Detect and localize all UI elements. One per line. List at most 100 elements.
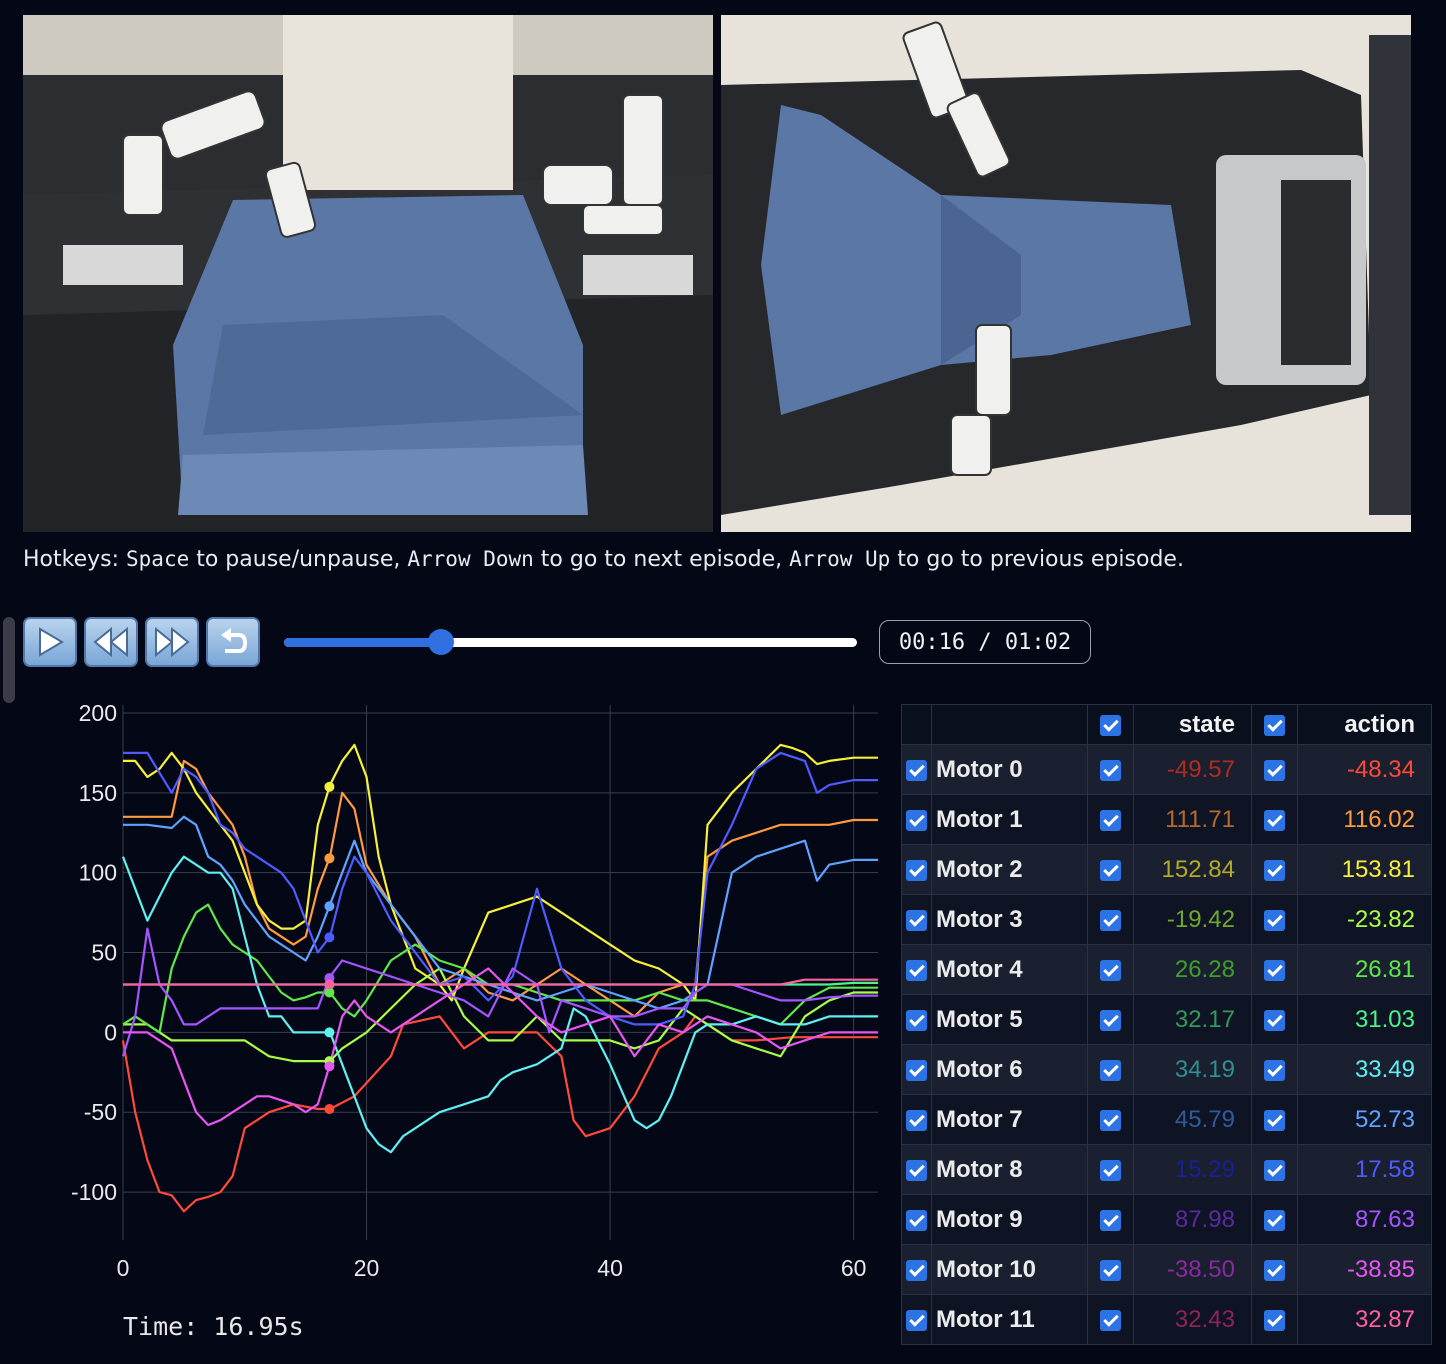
state-checkbox[interactable] — [1099, 909, 1121, 931]
state-column-toggle[interactable] — [1086, 704, 1134, 745]
play-button[interactable] — [23, 617, 77, 667]
action-checkbox[interactable] — [1263, 1209, 1285, 1231]
row-toggle[interactable] — [901, 1244, 932, 1295]
state-checkbox[interactable] — [1099, 1059, 1121, 1081]
scrollbar-thumb[interactable] — [3, 617, 15, 703]
row-toggle[interactable] — [901, 944, 932, 995]
row-checkbox[interactable] — [905, 1109, 927, 1131]
table-row: Motor 10 -38.50 -38.85 — [901, 1244, 1433, 1295]
state-checkbox[interactable] — [1099, 1259, 1121, 1281]
row-toggle[interactable] — [901, 994, 932, 1045]
action-toggle[interactable] — [1250, 994, 1298, 1045]
state-checkbox[interactable] — [1099, 859, 1121, 881]
action-toggle[interactable] — [1250, 944, 1298, 995]
state-checkbox[interactable] — [1099, 759, 1121, 781]
y-tick-label: 100 — [79, 860, 117, 886]
action-toggle[interactable] — [1250, 844, 1298, 895]
hotkeys-help: Hotkeys: Space to pause/unpause, Arrow D… — [23, 547, 1184, 572]
row-checkbox[interactable] — [905, 1009, 927, 1031]
row-checkbox[interactable] — [905, 859, 927, 881]
state-toggle[interactable] — [1086, 1194, 1134, 1245]
state-toggle[interactable] — [1086, 1294, 1134, 1345]
row-toggle[interactable] — [901, 744, 932, 795]
state-checkbox[interactable] — [1099, 1009, 1121, 1031]
row-toggle[interactable] — [901, 1144, 932, 1195]
action-value: -23.82 — [1296, 894, 1433, 945]
action-checkbox[interactable] — [1263, 1059, 1285, 1081]
action-column-checkbox[interactable] — [1263, 714, 1285, 736]
row-toggle[interactable] — [901, 844, 932, 895]
state-toggle[interactable] — [1086, 1244, 1134, 1295]
action-toggle[interactable] — [1250, 744, 1298, 795]
row-checkbox[interactable] — [905, 1159, 927, 1181]
row-checkbox[interactable] — [905, 909, 927, 931]
state-value: 34.19 — [1132, 1044, 1252, 1095]
row-toggle[interactable] — [901, 894, 932, 945]
row-checkbox[interactable] — [905, 1059, 927, 1081]
row-toggle[interactable] — [901, 1294, 932, 1345]
rewind-button[interactable] — [84, 617, 138, 667]
state-checkbox[interactable] — [1099, 1309, 1121, 1331]
action-checkbox[interactable] — [1263, 959, 1285, 981]
action-checkbox[interactable] — [1263, 1259, 1285, 1281]
row-checkbox[interactable] — [905, 1309, 927, 1331]
state-checkbox[interactable] — [1099, 1159, 1121, 1181]
state-toggle[interactable] — [1086, 1144, 1134, 1195]
state-toggle[interactable] — [1086, 744, 1134, 795]
row-checkbox[interactable] — [905, 959, 927, 981]
action-toggle[interactable] — [1250, 1094, 1298, 1145]
action-column-toggle[interactable] — [1250, 704, 1298, 745]
state-toggle[interactable] — [1086, 844, 1134, 895]
action-toggle[interactable] — [1250, 1294, 1298, 1345]
action-checkbox[interactable] — [1263, 1159, 1285, 1181]
action-toggle[interactable] — [1250, 894, 1298, 945]
action-checkbox[interactable] — [1263, 1009, 1285, 1031]
action-toggle[interactable] — [1250, 1194, 1298, 1245]
state-toggle[interactable] — [1086, 994, 1134, 1045]
row-toggle[interactable] — [901, 1094, 932, 1145]
state-column-checkbox[interactable] — [1099, 714, 1121, 736]
state-toggle[interactable] — [1086, 1094, 1134, 1145]
state-toggle[interactable] — [1086, 944, 1134, 995]
slider-thumb[interactable] — [427, 629, 454, 655]
action-checkbox[interactable] — [1263, 859, 1285, 881]
action-toggle[interactable] — [1250, 1044, 1298, 1095]
action-toggle[interactable] — [1250, 1244, 1298, 1295]
play-icon — [39, 627, 64, 657]
state-toggle[interactable] — [1086, 894, 1134, 945]
action-checkbox[interactable] — [1263, 1309, 1285, 1331]
cursor-marker-2 — [324, 781, 335, 792]
fast-forward-button[interactable] — [145, 617, 199, 667]
row-checkbox[interactable] — [905, 1259, 927, 1281]
state-checkbox[interactable] — [1099, 959, 1121, 981]
playback-progress-slider[interactable] — [284, 629, 857, 655]
motor-name: Motor 6 — [930, 1044, 1088, 1095]
row-checkbox[interactable] — [905, 759, 927, 781]
row-toggle[interactable] — [901, 794, 932, 845]
cursor-marker-10 — [324, 1061, 335, 1072]
action-checkbox[interactable] — [1263, 909, 1285, 931]
action-toggle[interactable] — [1250, 1144, 1298, 1195]
state-value: -19.42 — [1132, 894, 1252, 945]
row-checkbox[interactable] — [905, 809, 927, 831]
action-value: -38.85 — [1296, 1244, 1433, 1295]
action-checkbox[interactable] — [1263, 1109, 1285, 1131]
state-toggle[interactable] — [1086, 1044, 1134, 1095]
y-tick-label: 0 — [104, 1019, 117, 1045]
action-checkbox[interactable] — [1263, 759, 1285, 781]
state-checkbox[interactable] — [1099, 809, 1121, 831]
row-checkbox[interactable] — [905, 1209, 927, 1231]
state-checkbox[interactable] — [1099, 1109, 1121, 1131]
state-toggle[interactable] — [1086, 794, 1134, 845]
cursor-marker-6 — [324, 1027, 335, 1038]
action-checkbox[interactable] — [1263, 809, 1285, 831]
row-toggle[interactable] — [901, 1044, 932, 1095]
action-toggle[interactable] — [1250, 794, 1298, 845]
action-value: 33.49 — [1296, 1044, 1433, 1095]
row-toggle[interactable] — [901, 1194, 932, 1245]
restart-button[interactable] — [206, 617, 260, 667]
state-checkbox[interactable] — [1099, 1209, 1121, 1231]
action-value: 17.58 — [1296, 1144, 1433, 1195]
table-row: Motor 4 26.28 26.81 — [901, 944, 1433, 995]
rewind-icon — [93, 627, 128, 657]
